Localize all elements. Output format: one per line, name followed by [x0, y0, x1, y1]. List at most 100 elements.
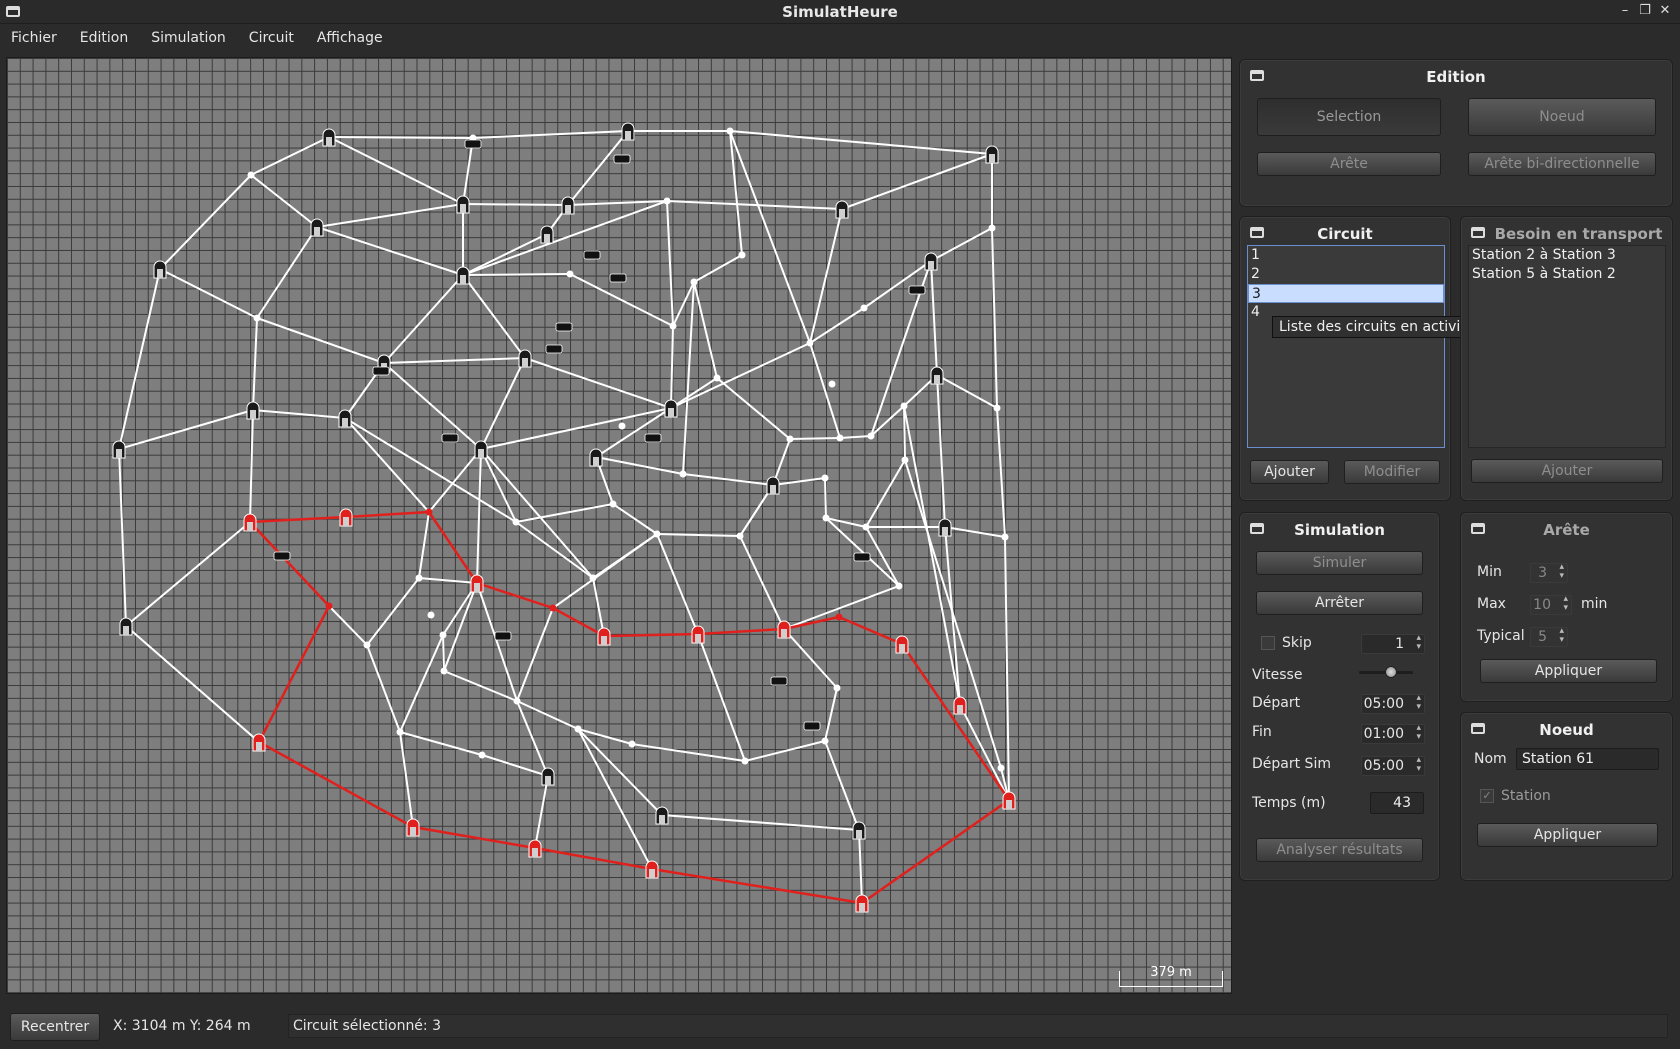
arete-bidir-button[interactable]: Arête bi-directionnelle	[1468, 152, 1656, 176]
edge[interactable]	[366, 577, 420, 646]
edge[interactable]	[118, 409, 254, 450]
edge[interactable]	[383, 362, 482, 450]
waypoint-node[interactable]	[512, 518, 520, 526]
edge[interactable]	[316, 203, 464, 228]
waypoint-node[interactable]	[427, 611, 435, 619]
selected-circuit-edge[interactable]	[412, 825, 536, 850]
edge[interactable]	[516, 607, 554, 702]
menu-affichage[interactable]: Affichage	[310, 30, 390, 46]
menu-circuit[interactable]: Circuit	[242, 30, 301, 46]
station-icon[interactable]	[924, 252, 938, 271]
edge[interactable]	[944, 526, 1006, 538]
edge[interactable]	[480, 357, 526, 450]
station-checkbox[interactable]: ✓	[1480, 789, 1494, 803]
waypoint-node[interactable]	[806, 339, 814, 347]
edge[interactable]	[252, 317, 258, 411]
circuit-item[interactable]: 2	[1248, 265, 1444, 284]
edge[interactable]	[789, 437, 841, 440]
waypoint-node[interactable]	[425, 508, 433, 516]
edge[interactable]	[480, 448, 594, 579]
fin-spinbox[interactable]: 01:00	[1361, 724, 1425, 744]
selected-circuit-edge[interactable]	[838, 615, 903, 646]
station-icon[interactable]	[456, 266, 470, 285]
edge[interactable]	[670, 325, 674, 409]
edge[interactable]	[612, 503, 658, 535]
besoin-add-button[interactable]: Ajouter	[1471, 459, 1663, 483]
edge[interactable]	[693, 281, 718, 379]
edge[interactable]	[577, 728, 663, 816]
besoin-item[interactable]: Station 5 à Station 2	[1469, 265, 1665, 284]
edge[interactable]	[672, 281, 695, 327]
waypoint-node[interactable]	[895, 582, 903, 590]
bus-icon[interactable]	[613, 154, 631, 164]
station-icon[interactable]	[691, 625, 705, 644]
menu-edition[interactable]: Edition	[73, 30, 135, 46]
circuit-modify-button[interactable]: Modifier	[1344, 460, 1440, 484]
edge[interactable]	[670, 377, 718, 409]
edge[interactable]	[656, 533, 741, 537]
edge[interactable]	[839, 435, 872, 439]
station-icon[interactable]	[119, 617, 133, 636]
besoin-item[interactable]: Station 2 à Station 3	[1469, 246, 1665, 265]
edge[interactable]	[595, 456, 684, 475]
circuit-item[interactable]: 1	[1248, 246, 1444, 265]
station-icon[interactable]	[664, 399, 678, 418]
waypoint-node[interactable]	[821, 737, 829, 745]
station-icon[interactable]	[528, 839, 542, 858]
edge[interactable]	[824, 740, 860, 831]
skip-spinbox[interactable]: 1	[1361, 634, 1425, 654]
waypoint-node[interactable]	[867, 432, 875, 440]
nom-field[interactable]: Station 61	[1516, 748, 1659, 770]
edge[interactable]	[991, 227, 998, 409]
selected-circuit-edge[interactable]	[697, 627, 785, 636]
edge[interactable]	[399, 731, 414, 828]
edge[interactable]	[462, 233, 548, 276]
edge[interactable]	[344, 417, 430, 513]
edge[interactable]	[865, 526, 900, 587]
selected-circuit-edge[interactable]	[603, 632, 699, 638]
edge[interactable]	[567, 200, 668, 206]
selected-circuit-edge[interactable]	[257, 605, 331, 743]
edge[interactable]	[825, 517, 900, 587]
edge[interactable]	[697, 633, 746, 762]
edge[interactable]	[693, 254, 743, 283]
station-icon[interactable]	[852, 821, 866, 840]
waypoint-node[interactable]	[609, 500, 617, 508]
waypoint-node[interactable]	[901, 456, 909, 464]
edge[interactable]	[472, 130, 629, 139]
arete-apply-button[interactable]: Appliquer	[1480, 659, 1657, 683]
waypoint-node[interactable]	[478, 751, 486, 759]
edge[interactable]	[462, 273, 571, 276]
waypoint-node[interactable]	[325, 602, 333, 610]
selected-circuit-edge[interactable]	[427, 511, 479, 584]
menu-simulation[interactable]: Simulation	[144, 30, 233, 46]
station-icon[interactable]	[470, 574, 484, 593]
bus-icon[interactable]	[908, 285, 926, 295]
bus-icon[interactable]	[803, 721, 821, 731]
selected-circuit-edge[interactable]	[345, 510, 430, 519]
selected-circuit-edge[interactable]	[900, 643, 1011, 801]
station-icon[interactable]	[777, 620, 791, 639]
station-icon[interactable]	[540, 225, 554, 244]
selected-circuit-edge[interactable]	[534, 846, 653, 871]
edge[interactable]	[256, 317, 385, 364]
station-icon[interactable]	[621, 122, 635, 141]
bus-icon[interactable]	[441, 433, 459, 443]
edge[interactable]	[930, 260, 938, 376]
edge[interactable]	[936, 374, 998, 409]
edge[interactable]	[904, 459, 1002, 769]
edge[interactable]	[809, 208, 843, 344]
edge[interactable]	[996, 407, 1006, 538]
edge[interactable]	[841, 153, 993, 210]
waypoint-node[interactable]	[713, 374, 721, 382]
waypoint-node[interactable]	[836, 434, 844, 442]
waypoint-node[interactable]	[679, 470, 687, 478]
waypoint-node[interactable]	[566, 270, 574, 278]
edge[interactable]	[824, 687, 838, 742]
maximize-icon[interactable]: ❐	[1638, 3, 1652, 18]
edge[interactable]	[118, 448, 127, 627]
besoin-list[interactable]: Station 2 à Station 3 Station 5 à Statio…	[1468, 245, 1666, 448]
waypoint-node[interactable]	[439, 631, 447, 639]
edge[interactable]	[783, 585, 900, 630]
station-icon[interactable]	[252, 733, 266, 752]
